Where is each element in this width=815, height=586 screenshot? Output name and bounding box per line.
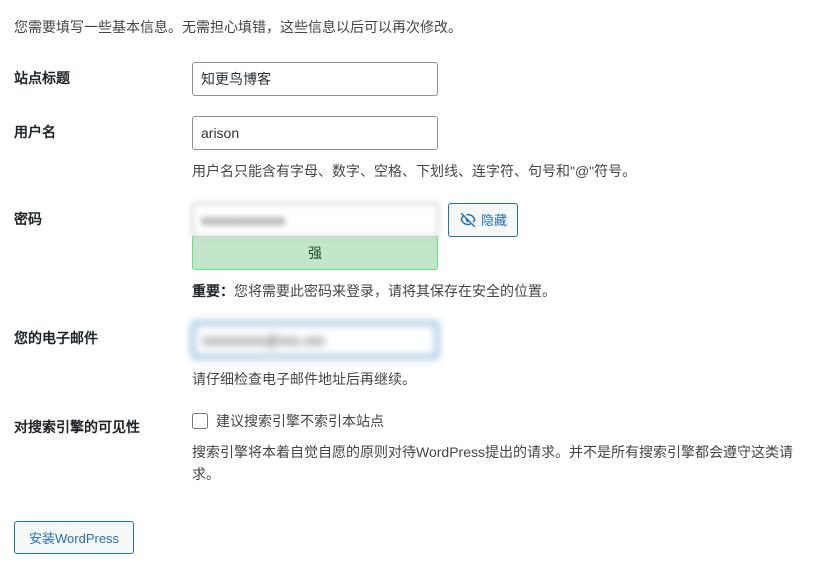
password-input[interactable] xyxy=(192,203,438,237)
email-row: 您的电子邮件 请仔细检查电子邮件地址后再继续。 xyxy=(14,322,801,390)
hide-password-button[interactable]: 隐藏 xyxy=(448,203,518,237)
password-row: 密码 强 隐藏 重要：您将需要此密码来登录，请将其保存在安全的位置。 xyxy=(14,203,801,302)
site-title-row: 站点标题 xyxy=(14,62,801,96)
hide-button-label: 隐藏 xyxy=(481,210,507,229)
password-strength: 强 xyxy=(192,236,438,270)
username-hint: 用户名只能含有字母、数字、空格、下划线、连字符、句号和"@"符号。 xyxy=(192,160,801,182)
eye-slash-icon xyxy=(459,211,477,229)
email-hint: 请仔细检查电子邮件地址后再继续。 xyxy=(192,368,801,390)
visibility-label: 对搜索引擎的可见性 xyxy=(14,411,192,437)
install-button[interactable]: 安装WordPress xyxy=(14,521,134,554)
password-hint: 重要：您将需要此密码来登录，请将其保存在安全的位置。 xyxy=(192,280,801,302)
site-title-input[interactable] xyxy=(192,62,438,96)
password-label: 密码 xyxy=(14,203,192,229)
username-label: 用户名 xyxy=(14,116,192,142)
visibility-row: 对搜索引擎的可见性 建议搜索引擎不索引本站点 搜索引擎将本着自觉自愿的原则对待W… xyxy=(14,411,801,486)
username-row: 用户名 用户名只能含有字母、数字、空格、下划线、连字符、句号和"@"符号。 xyxy=(14,116,801,182)
email-input[interactable] xyxy=(192,322,438,358)
intro-text: 您需要填写一些基本信息。无需担心填错，这些信息以后可以再次修改。 xyxy=(14,16,801,38)
email-label: 您的电子邮件 xyxy=(14,322,192,348)
visibility-hint: 搜索引擎将本着自觉自愿的原则对待WordPress提出的请求。并不是所有搜索引擎… xyxy=(192,441,801,486)
site-title-label: 站点标题 xyxy=(14,62,192,88)
visibility-checkbox-label: 建议搜索引擎不索引本站点 xyxy=(216,411,384,431)
username-input[interactable] xyxy=(192,116,438,150)
visibility-checkbox[interactable] xyxy=(192,413,208,429)
